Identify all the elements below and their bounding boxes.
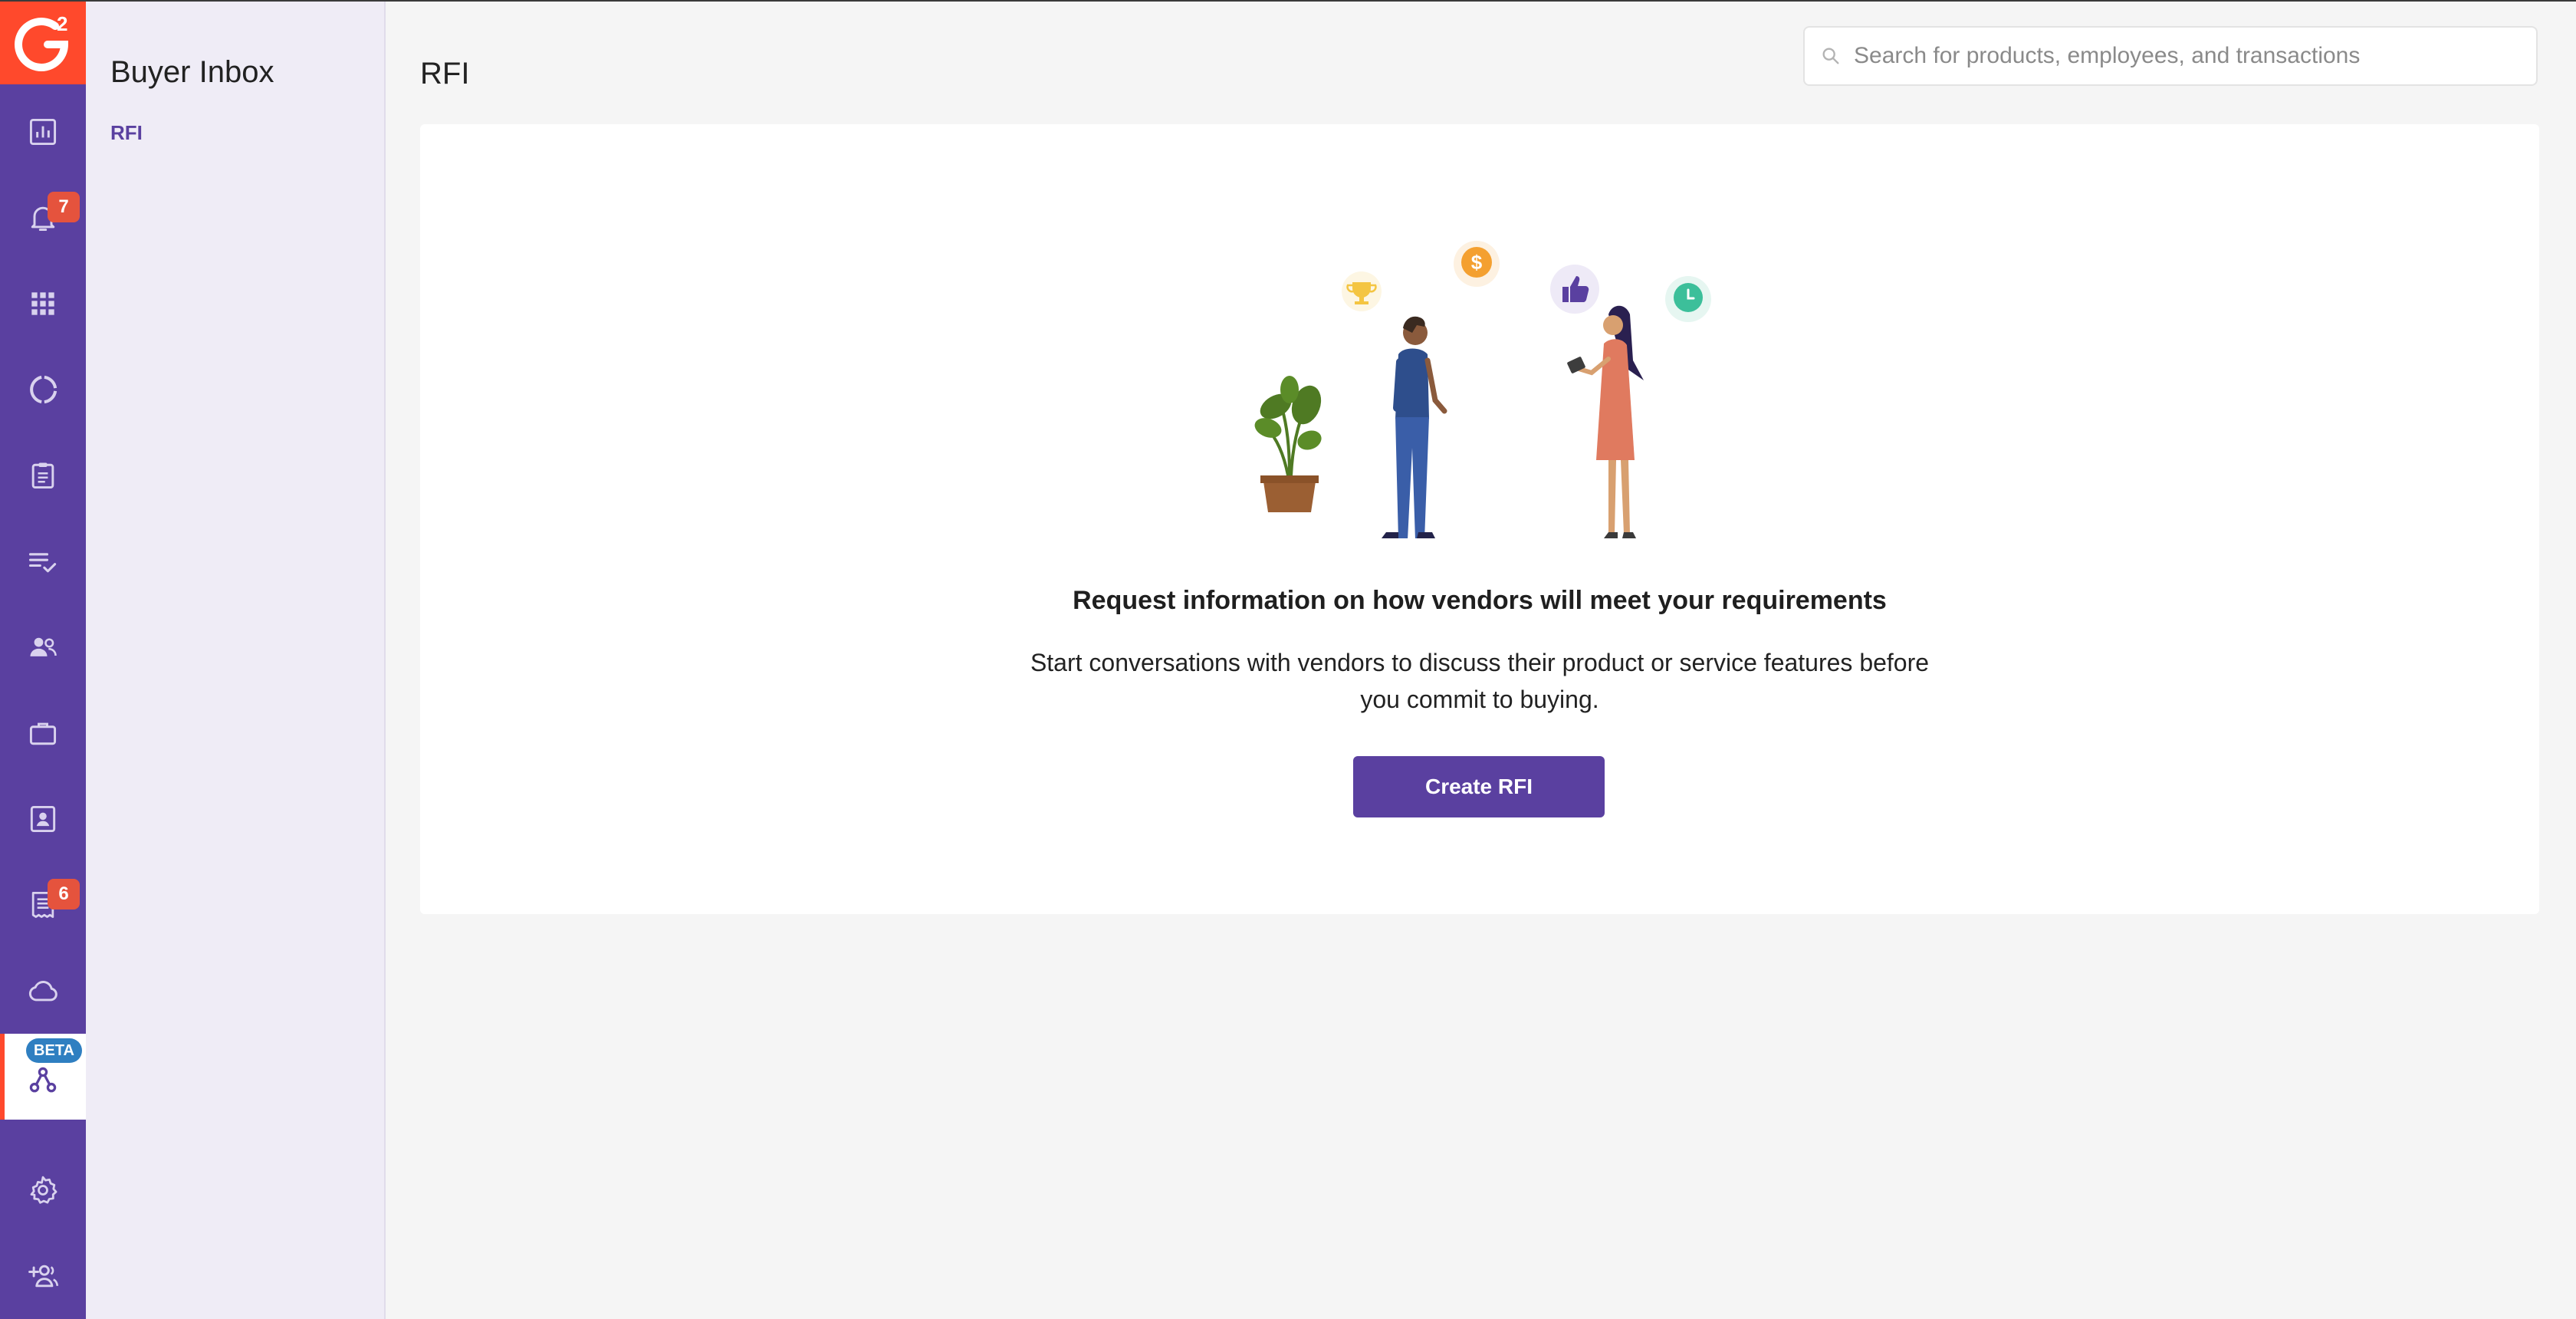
rail-item-apps[interactable] xyxy=(0,261,86,347)
rfi-empty-state-illustration: $ xyxy=(1254,241,1711,538)
rail-item-invite-users[interactable] xyxy=(0,1233,86,1319)
rail-item-dashboard[interactable] xyxy=(0,89,86,175)
rail-item-notifications[interactable]: 7 xyxy=(0,175,86,261)
sidebar-item-rfi[interactable]: RFI xyxy=(110,121,143,145)
rail-item-employees[interactable] xyxy=(0,604,86,690)
man-figure-illustration xyxy=(1382,316,1447,538)
cloud-icon xyxy=(28,981,58,1002)
buyer-inbox-sidebar: Buyer Inbox RFI xyxy=(86,2,386,1319)
window-top-border xyxy=(0,0,2576,2)
add-user-icon xyxy=(28,1265,59,1288)
rail-item-contacts[interactable] xyxy=(0,776,86,862)
rail-item-spend[interactable] xyxy=(0,347,86,433)
rail-item-contracts[interactable] xyxy=(0,433,86,518)
people-icon xyxy=(30,637,57,656)
page-title: RFI xyxy=(420,57,470,90)
trophy-icon xyxy=(1342,271,1382,311)
logo-superscript: 2 xyxy=(57,12,67,35)
svg-text:$: $ xyxy=(1471,251,1483,274)
thumbs-up-icon xyxy=(1550,265,1599,314)
rail-item-settings[interactable] xyxy=(0,1147,86,1233)
primary-nav-rail: 2 7 6 BETA xyxy=(0,2,86,1319)
notification-count-badge: 7 xyxy=(48,192,80,222)
empty-state-headline: Request information on how vendors will … xyxy=(1073,586,1887,615)
beta-badge: BETA xyxy=(26,1038,82,1063)
empty-state-description: Start conversations with vendors to disc… xyxy=(1030,649,1930,713)
clock-icon xyxy=(1665,276,1711,322)
search-input[interactable] xyxy=(1852,42,2536,70)
rail-item-cloud[interactable] xyxy=(0,948,86,1034)
potted-plant-illustration xyxy=(1254,376,1322,512)
search-bar[interactable] xyxy=(1803,26,2538,86)
grid-icon xyxy=(31,292,54,315)
contact-card-icon xyxy=(30,805,56,833)
g2-logo-icon: 2 xyxy=(15,12,69,71)
gear-icon xyxy=(30,1176,58,1204)
bar-chart-icon xyxy=(29,118,57,146)
create-rfi-button[interactable]: Create RFI xyxy=(1353,756,1605,817)
transactions-count-badge: 6 xyxy=(48,879,80,909)
network-icon xyxy=(29,1067,57,1093)
rail-item-tasks[interactable] xyxy=(0,518,86,604)
rail-item-vendors[interactable] xyxy=(0,690,86,776)
checklist-icon xyxy=(28,553,57,573)
woman-figure-illustration xyxy=(1567,305,1644,538)
dollar-icon: $ xyxy=(1454,241,1500,287)
sidebar-title: Buyer Inbox xyxy=(110,55,274,89)
rail-item-buyer-inbox[interactable]: BETA xyxy=(0,1034,86,1120)
donut-chart-icon xyxy=(30,375,58,404)
briefcase-icon xyxy=(29,722,57,745)
g2-logo[interactable]: 2 xyxy=(0,2,86,84)
clipboard-icon xyxy=(31,462,54,489)
search-icon xyxy=(1822,48,1839,64)
rfi-empty-state-card: $ Request information on how vendors wil… xyxy=(420,124,2539,914)
rail-item-transactions[interactable]: 6 xyxy=(0,862,86,948)
